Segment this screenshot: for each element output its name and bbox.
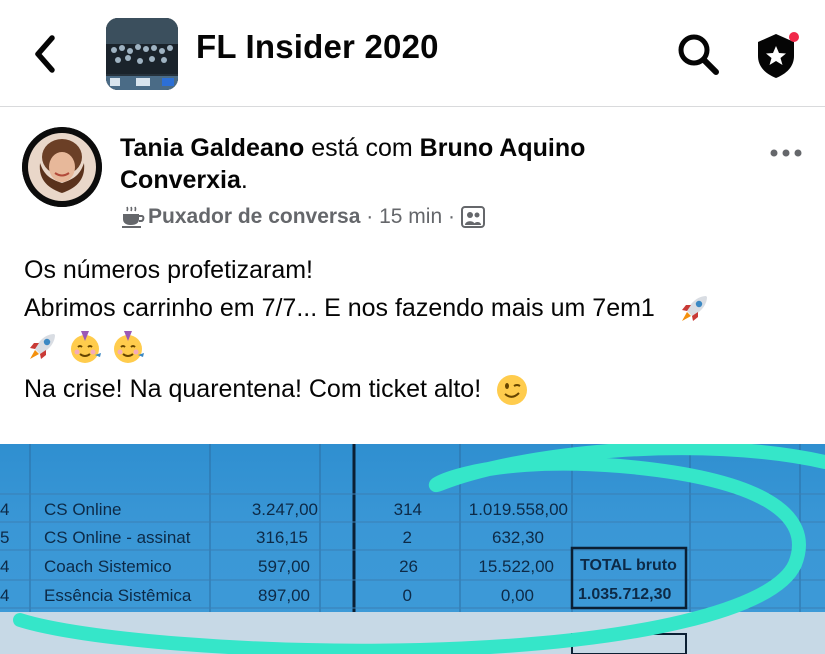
- post-emoji-line: [24, 325, 804, 367]
- rocket-emoji-icon: [30, 334, 55, 360]
- post-line-1: Os números profetizaram!: [24, 256, 313, 284]
- search-icon[interactable]: [674, 30, 722, 78]
- rocket-emoji-icon: [681, 296, 707, 322]
- winking-face-emoji-icon: [497, 375, 528, 406]
- coffee-cup-icon: [122, 206, 145, 228]
- group-cover-thumbnail[interactable]: [106, 18, 178, 90]
- member-badge[interactable]: Puxador de conversa: [148, 205, 360, 229]
- post-time[interactable]: 15 min: [379, 205, 442, 229]
- tagged-person-second[interactable]: Converxia: [120, 166, 241, 194]
- author-avatar[interactable]: [22, 127, 102, 207]
- post-line-2: Abrimos carrinho em 7/7... E nos fazendo…: [24, 291, 804, 325]
- partying-face-emoji-icon: [70, 331, 101, 364]
- group-title[interactable]: FL Insider 2020: [196, 28, 439, 66]
- group-header: FL Insider 2020: [0, 0, 825, 107]
- more-options-icon[interactable]: [766, 138, 806, 168]
- notification-dot: [789, 32, 799, 42]
- partying-face-emoji-icon: [113, 331, 144, 364]
- group-members-audience-icon: [460, 206, 485, 228]
- admin-shield-icon[interactable]: [748, 26, 804, 82]
- spreadsheet-row: 4 CS Online 3.247,00 314 1.019.558,00: [0, 500, 568, 519]
- spreadsheet-row: 5 CS Online - assinat 316,15 2 632,30: [0, 528, 544, 547]
- post-body: Os números profetizaram! Abrimos carrinh…: [24, 250, 804, 410]
- author-name[interactable]: Tania Galdeano: [120, 134, 304, 162]
- spreadsheet-row: 4 Essência Sistêmica 897,00 0 0,00 1.035…: [0, 586, 672, 605]
- back-chevron-icon[interactable]: [22, 26, 68, 82]
- spreadsheet-row: 4 Coach Sistemico 597,00 26 15.522,00 TO…: [0, 557, 677, 576]
- post-author-line: Tania Galdeano está com Bruno Aquino Con…: [120, 134, 586, 194]
- tagged-person-first[interactable]: Bruno Aquino: [420, 134, 586, 162]
- post-meta: Puxador de conversa · 15 min ·: [120, 205, 485, 229]
- post-line-3: Na crise! Na quarentena! Com ticket alto…: [24, 369, 804, 410]
- post-photo-spreadsheet[interactable]: 4 CS Online 3.247,00 314 1.019.558,00 5 …: [0, 444, 825, 654]
- tag-connector: está com: [311, 134, 413, 162]
